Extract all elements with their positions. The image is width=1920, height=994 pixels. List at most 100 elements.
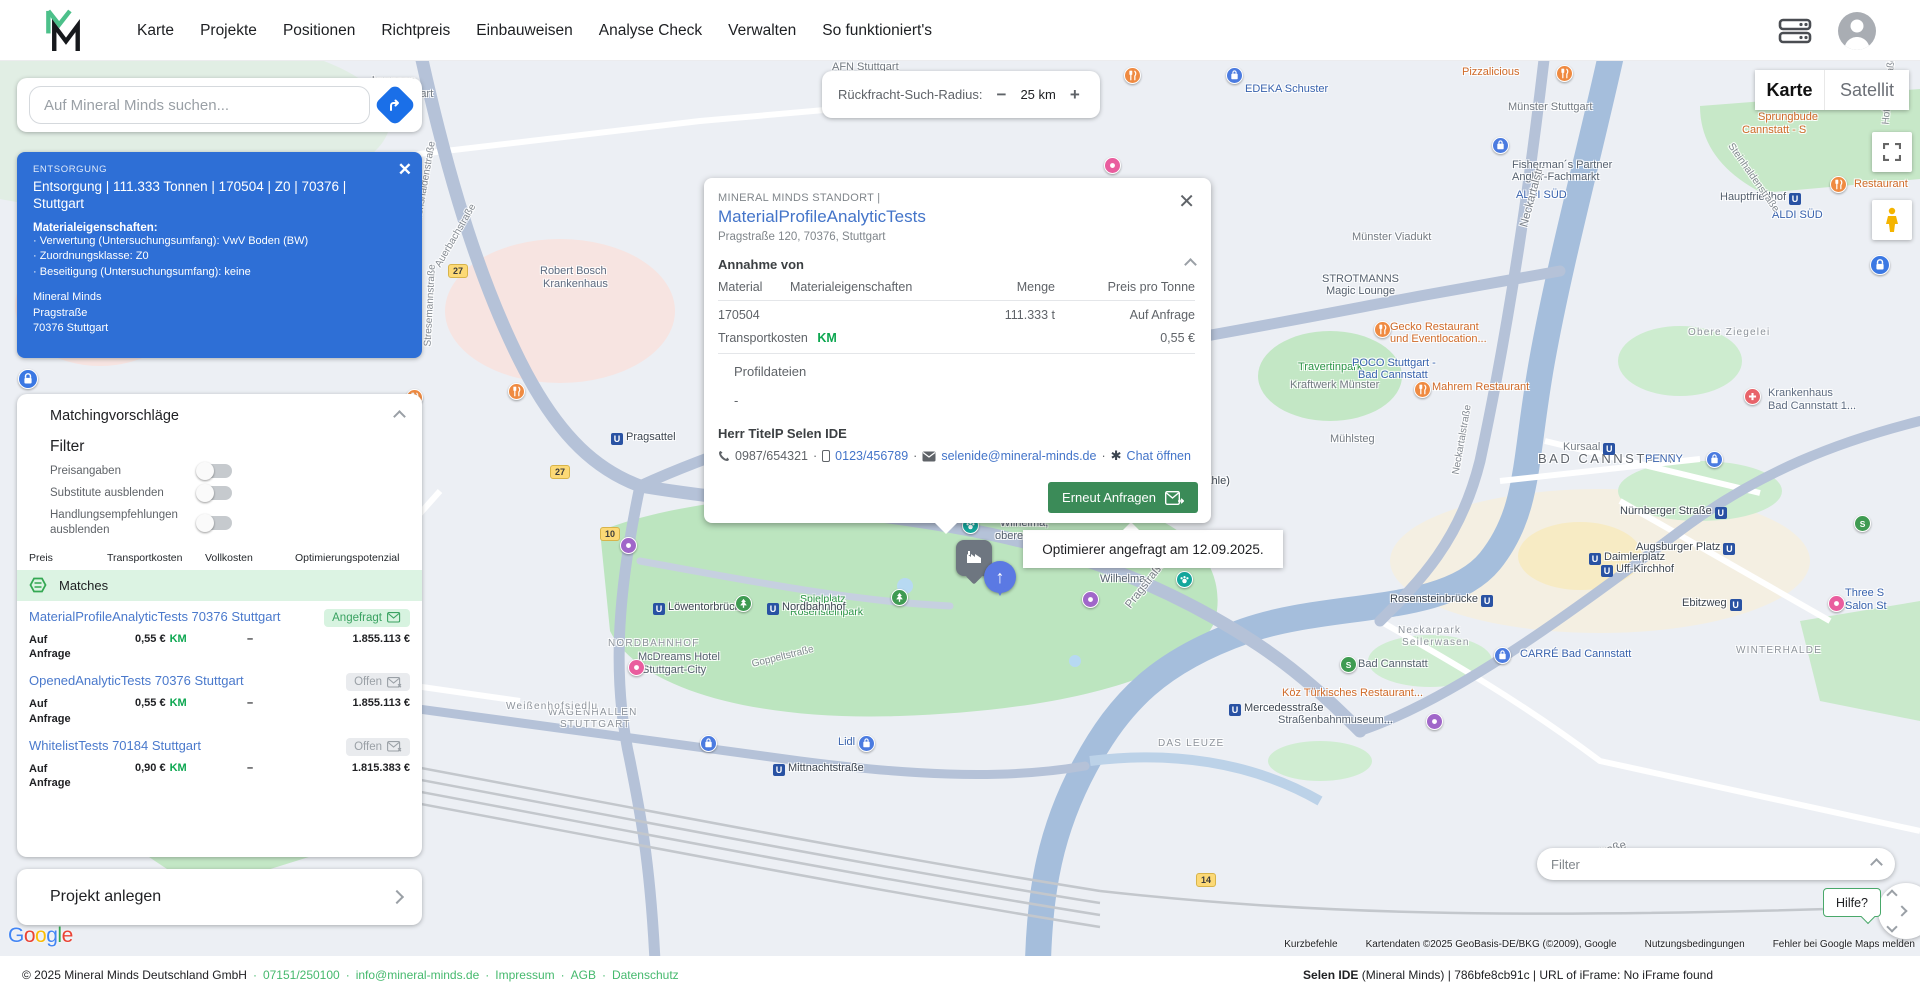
poi-marker-shop-icon[interactable] [1226,67,1243,84]
ubahn-icon: U [611,433,623,445]
nav-item-so-funktioniert-s[interactable]: So funktioniert's [822,22,932,40]
radius-increase-button[interactable]: + [1066,85,1084,105]
help-button[interactable]: Hilfe? [1823,888,1881,917]
match-link-whitelisttests-70184-stuttgart[interactable]: WhitelistTests 70184 Stuttgart [29,738,201,753]
contact-mobile-link[interactable]: 0123/456789 [835,449,908,463]
ubahn-icon: U [773,764,785,776]
match-link-materialprofileanalytictests-70376-stuttgart[interactable]: MaterialProfileAnalyticTests 70376 Stutt… [29,609,280,624]
filter-toggle-row: Substitute ausblenden [50,484,422,503]
contact-email-link[interactable]: selenide@mineral-minds.de [941,449,1096,463]
match-link-openedanalytictests-70376-stuttgart[interactable]: OpenedAnalyticTests 70376 Stuttgart [29,673,244,688]
chat-open-link[interactable]: Chat öffnen [1127,449,1191,463]
search-input[interactable] [29,86,370,124]
poi-marker-shop-icon[interactable] [1706,451,1723,468]
toggle-label-preisangaben: Preisangaben [50,465,121,477]
user-avatar-icon[interactable] [1838,11,1876,50]
google-logo[interactable]: Google [8,924,73,948]
map-filter-input[interactable] [1551,856,1864,872]
toggle-knob [196,513,214,532]
poi-marker-sbahn-icon[interactable]: S [1854,515,1871,532]
pan-right-icon[interactable] [1896,905,1908,917]
nav-item-projekte[interactable]: Projekte [200,22,257,40]
nav-item-verwalten[interactable]: Verwalten [728,22,796,40]
popup-column-menge: Menge [1016,280,1055,294]
section-collapse-chevron-icon[interactable] [1184,258,1197,271]
map-label-strotmanns: STROTMANNS [1322,273,1399,285]
map-label-lidl: Lidl [838,736,856,748]
map-label-winterhalde: WINTERHALDE [1736,645,1822,656]
poi-marker-restaurant-icon[interactable] [1124,67,1141,84]
map-type-satellit[interactable]: Satellit [1825,70,1909,110]
poi-marker-sbahn-icon[interactable]: S [1340,656,1357,673]
toggle-label-substitute-ausblenden: Substitute ausblenden [50,486,164,499]
poi-marker-purple-icon[interactable] [620,537,637,554]
map-label-seilerwasen: Seilerwasen [1402,637,1470,648]
status-label: Angefragt [332,611,382,624]
poi-marker-restaurant-icon[interactable] [1556,65,1573,82]
poi-marker-shop-icon[interactable] [1492,137,1509,154]
footer-link-datenschutz[interactable]: Datenschutz [612,968,679,982]
nav-item-positionen[interactable]: Positionen [283,22,355,40]
footer-link-impressum[interactable]: Impressum [495,968,554,982]
nav-item-karte[interactable]: Karte [137,22,174,40]
material-code: 170504 [718,308,760,322]
matches-group-row: Matches [17,569,422,601]
disposal-card: ✕ ENTSORGUNG Entsorgung | 111.333 Tonnen… [17,152,422,358]
mineral-minds-logo[interactable] [44,8,86,53]
collapse-chevron-icon[interactable] [393,409,406,423]
radius-decrease-button[interactable]: − [993,85,1011,105]
poi-marker-pink-icon[interactable] [1104,157,1121,174]
poi-marker-restaurant-icon[interactable] [1414,381,1431,398]
poi-marker-shop-icon[interactable] [858,735,875,752]
poi-marker-hospital-icon[interactable] [1744,388,1761,405]
map-type-karte[interactable]: Karte [1755,70,1825,110]
poi-marker-tree-icon[interactable] [735,595,752,612]
poi-marker-purple-icon[interactable] [1426,713,1443,730]
toggle-substitute-ausblenden[interactable] [196,484,232,503]
popup-close-icon[interactable]: ✕ [1178,192,1195,212]
footer-email-link[interactable]: info@mineral-minds.de [356,968,480,982]
attribution-fehler-bei-google-ma[interactable]: Fehler bei Google Maps melden [1773,939,1915,950]
fullscreen-button[interactable] [1872,132,1912,172]
contact-phone: 0987/654321 [735,449,808,463]
attribution-nutzungsbedingungen[interactable]: Nutzungsbedingungen [1645,939,1745,950]
poi-marker-restaurant-icon[interactable] [1374,321,1391,338]
footer-link-agb[interactable]: AGB [571,968,596,982]
navigation-arrow-marker[interactable]: ↑ [984,561,1016,596]
match-row: WhitelistTests 70184 Stuttgart Offen Auf A… [17,730,422,795]
pan-up-icon[interactable] [1886,889,1898,901]
create-project-button[interactable]: Projekt anlegen [17,869,422,925]
pegman-button[interactable] [1872,200,1912,240]
toggle-handlungsempfehlungen-ausblenden[interactable] [196,513,232,532]
attribution-kurzbefehle[interactable]: Kurzbefehle [1284,939,1337,950]
poi-marker-pink-icon[interactable] [1828,595,1845,612]
attribution-kartendaten-2025-geo: Kartendaten ©2025 GeoBasis-DE/BKG (©2009… [1365,939,1617,950]
poi-marker-shop-icon[interactable] [700,735,717,752]
poi-marker-pink-icon[interactable] [628,659,645,676]
map-label-das-leuze: DAS LEUZE [1158,738,1225,749]
ubahn-icon: U [1729,599,1742,611]
close-icon[interactable]: ✕ [398,160,412,180]
poi-marker-lock-icon[interactable] [1870,255,1890,275]
directions-icon[interactable] [373,83,417,127]
footer-phone-link[interactable]: 07151/250100 [263,968,340,982]
poi-marker-restaurant-icon[interactable] [508,383,525,400]
request-again-button[interactable]: Erneut Anfragen [1048,482,1198,513]
map-label-sprungbude: Sprungbude [1758,111,1818,123]
poi-marker-lock-icon[interactable] [18,369,38,389]
chevron-right-icon [389,889,405,905]
nav-item-analyse-check[interactable]: Analyse Check [599,22,702,40]
poi-marker-restaurant-icon[interactable] [1830,176,1847,193]
pan-down-icon[interactable] [1886,921,1898,933]
billing-icon[interactable] [1778,18,1812,44]
toggle-preisangaben[interactable] [196,462,232,481]
poi-marker-shop-icon[interactable] [1494,647,1511,664]
filter-collapse-chevron-icon[interactable] [1870,857,1883,871]
map-label-m-nster-viadukt: Münster Viadukt [1352,231,1432,243]
nav-item-einbauweisen[interactable]: Einbauweisen [476,22,573,40]
poi-marker-zoo-icon[interactable] [1176,571,1193,588]
popup-title-link[interactable]: MaterialProfileAnalyticTests [718,207,1195,227]
nav-item-richtpreis[interactable]: Richtpreis [381,22,450,40]
poi-marker-tree-icon[interactable] [891,589,908,606]
poi-marker-purple-icon[interactable] [1082,591,1099,608]
